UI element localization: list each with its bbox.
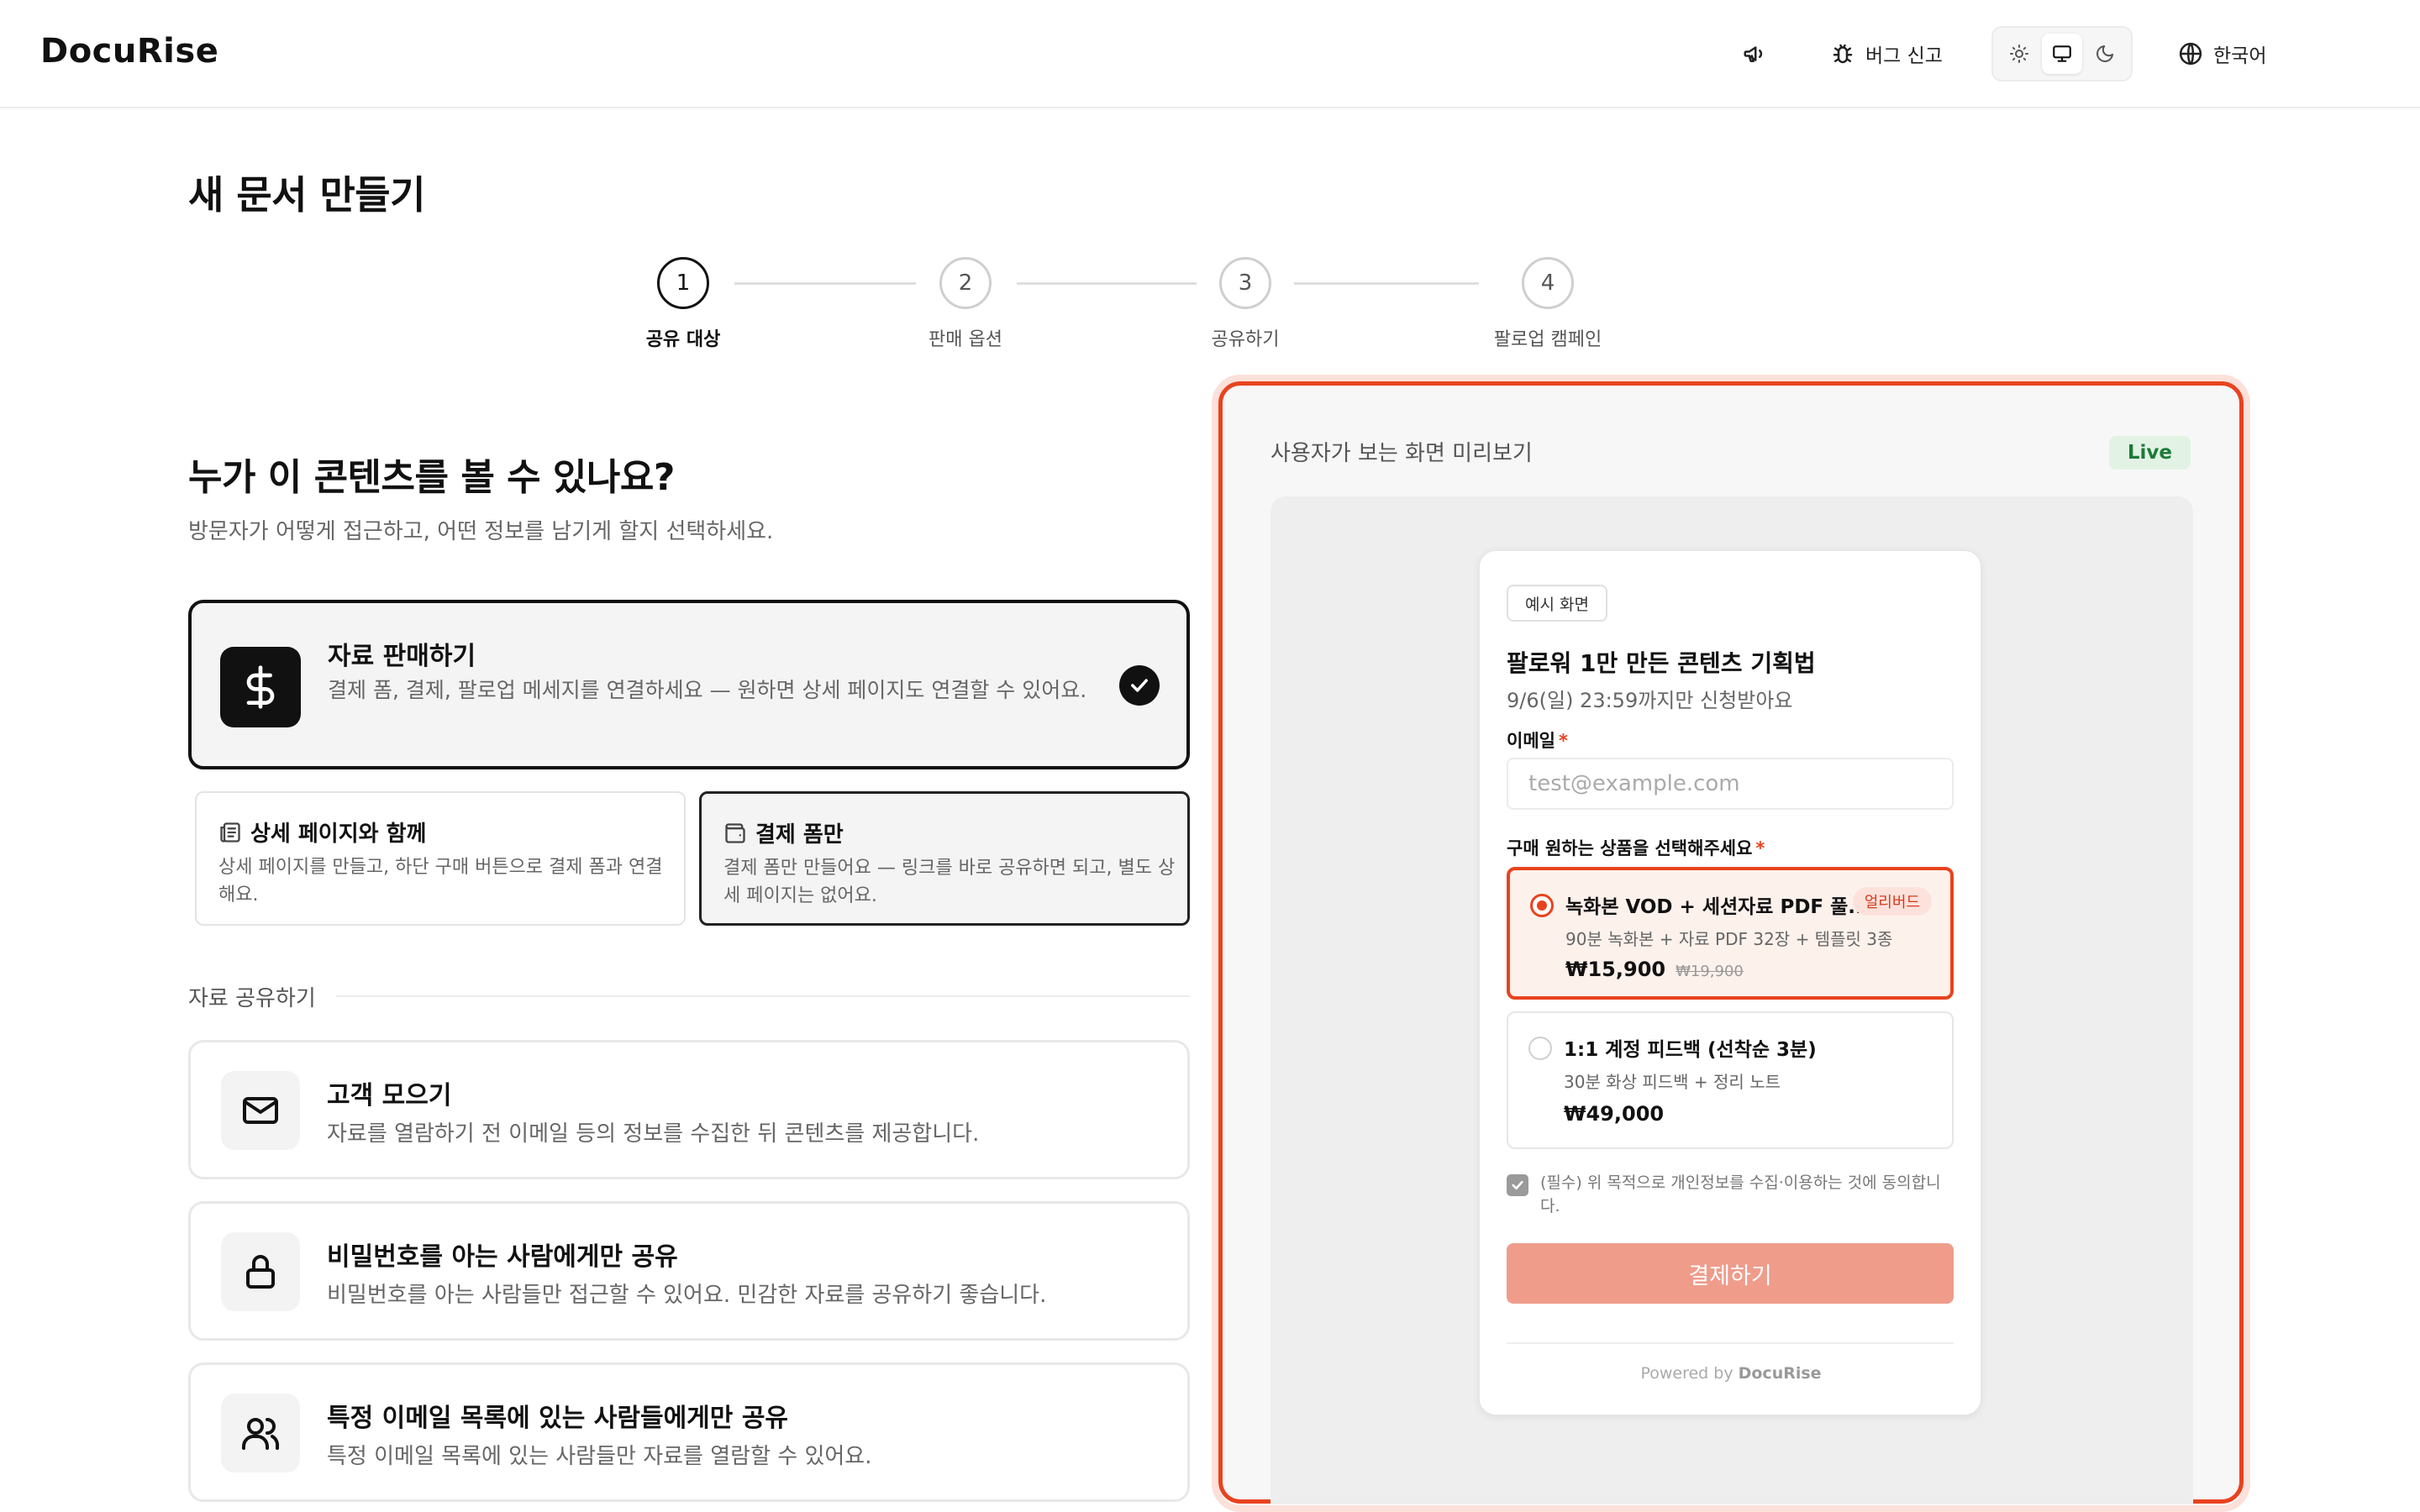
share-option-collect-leads[interactable]: 고객 모으기 자료를 열람하기 전 이메일 등의 정보를 수집한 뒤 콘텐츠를 … [188,1040,1190,1179]
card-divider [1507,1342,1954,1344]
product-label: 구매 원하는 상품을 선택해주세요 * [1507,838,1765,858]
step-4-circle[interactable]: 4 [1522,257,1574,309]
preview-stage: 예시 화면 팔로워 1만 만든 콘텐츠 기획법 9/6(일) 23:59까지만 … [1270,496,2193,1504]
sell-mode-description: 결제 폼만 만들어요 — 링크를 바로 공유하면 되고, 별도 상세 페이지는 … [723,858,1176,906]
product-name: 1:1 계정 피드백 (선착순 3분) [1564,1039,1817,1061]
step-2-label: 판매 옵션 [929,329,1002,350]
mail-icon [221,1071,300,1150]
preview-title: 사용자가 보는 화면 미리보기 [1270,441,1533,466]
step-4-label: 팔로업 캠페인 [1493,329,1602,350]
product-name: 녹화본 VOD + 세션자료 PDF 풀... [1565,896,1870,918]
sell-mode-title: 상세 페이지와 함께 [250,822,427,847]
product-description: 90분 녹화본 + 자료 PDF 32장 + 템플릿 3종 [1565,929,1893,949]
wallet-icon [725,822,745,843]
radio-selected-icon [1530,894,1554,917]
original-price: ₩19,900 [1676,963,1744,980]
step-connector [734,282,916,285]
sell-option-title: 자료 판매하기 [328,642,476,671]
lock-icon [221,1232,300,1311]
step-1-circle[interactable]: 1 [657,257,709,309]
moon-icon [2096,45,2113,62]
product-price: ₩15,900 ₩19,900 [1565,958,1744,981]
announcement-button[interactable] [1738,37,1771,71]
newspaper-icon [220,822,240,843]
product-option[interactable]: 1:1 계정 피드백 (선착순 3분) 30분 화상 피드백 + 정리 노트 ₩… [1507,1011,1954,1149]
selected-check-icon [1119,665,1160,706]
share-option-email-list[interactable]: 특정 이메일 목록에 있는 사람들에게만 공유 특정 이메일 목록에 있는 사람… [188,1362,1190,1502]
theme-system-button[interactable] [2041,34,2082,74]
share-option-title: 비밀번호를 아는 사람에게만 공유 [327,1242,678,1272]
step-3-label: 공유하기 [1211,329,1280,350]
share-option-description: 자료를 열람하기 전 이메일 등의 정보를 수집한 뒤 콘텐츠를 제공합니다. [327,1121,980,1147]
bug-icon [1833,44,1853,64]
language-label: 한국어 [2213,45,2267,67]
audience-subtitle: 방문자가 어떻게 접근하고, 어떤 정보를 남기게 할지 선택하세요. [188,519,774,544]
logo[interactable]: DocuRise [40,32,218,71]
share-option-description: 비밀번호를 아는 사람들만 접근할 수 있어요. 민감한 자료를 공유하기 좋습… [327,1283,1047,1308]
sell-mode-description: 상세 페이지를 만들고, 하단 구매 버튼으로 결제 폼과 연결해요. [218,857,663,906]
live-badge: Live [2108,436,2191,470]
sun-icon [2010,45,2029,63]
sell-mode-detail-page[interactable]: 상세 페이지와 함께 상세 페이지를 만들고, 하단 구매 버튼으로 결제 폼과… [195,791,686,926]
dollar-icon [220,647,301,727]
sell-option-card[interactable]: 자료 판매하기 결제 폼, 결제, 팔로업 메세지를 연결하세요 — 원하면 상… [188,600,1190,769]
users-icon [221,1394,300,1473]
email-field[interactable]: test@example.com [1507,758,1954,810]
share-option-title: 고객 모으기 [327,1081,452,1110]
sell-mode-payment-form-only[interactable]: 결제 폼만 결제 폼만 만들어요 — 링크를 바로 공유하면 되고, 별도 상세… [699,791,1190,926]
consent-checkbox[interactable] [1507,1174,1528,1196]
bug-report-button[interactable]: 버그 신고 [1830,37,1943,71]
preview-form-card: 예시 화면 팔로워 1만 만든 콘텐츠 기획법 9/6(일) 23:59까지만 … [1479,550,1981,1415]
step-1-label: 공유 대상 [645,329,721,350]
step-3-circle[interactable]: 3 [1219,257,1271,309]
share-section-label: 자료 공유하기 [188,986,316,1011]
section-divider [336,995,1190,997]
early-bird-badge: 얼리버드 [1852,887,1932,916]
email-label: 이메일 * [1507,731,1568,751]
megaphone-icon [1744,46,1763,62]
share-option-password[interactable]: 비밀번호를 아는 사람에게만 공유 비밀번호를 아는 사람들만 접근할 수 있어… [188,1201,1190,1341]
step-connector [1294,282,1479,285]
step-2-circle[interactable]: 2 [939,257,992,309]
example-badge: 예시 화면 [1507,585,1607,622]
audience-question: 누가 이 콘텐츠를 볼 수 있나요? [188,456,675,499]
theme-light-button[interactable] [1999,34,2039,74]
product-option[interactable]: 녹화본 VOD + 세션자료 PDF 풀... 얼리버드 90분 녹화본 + 자… [1507,867,1954,1000]
theme-dark-button[interactable] [2085,34,2125,74]
sell-option-description: 결제 폼, 결제, 팔로업 메세지를 연결하세요 — 원하면 상세 페이지도 연… [328,678,1087,702]
powered-by: Powered by DocuRise [1640,1364,1822,1383]
theme-switcher [1991,26,2133,81]
page-title: 새 문서 만들기 [188,172,425,218]
preview-panel: 사용자가 보는 화면 미리보기 Live 예시 화면 팔로워 1만 만든 콘텐츠… [1218,381,2244,1504]
product-description: 30분 화상 피드백 + 정리 노트 [1564,1072,1781,1092]
language-selector[interactable]: 한국어 [2178,37,2266,71]
powered-by-brand: DocuRise [1738,1364,1822,1383]
preview-deadline: 9/6(일) 23:59까지만 신청받아요 [1507,689,1793,712]
monitor-icon [2053,45,2071,62]
bug-report-label: 버그 신고 [1865,45,1943,67]
preview-heading: 팔로워 1만 만든 콘텐츠 기획법 [1507,649,1816,677]
product-price: ₩49,000 [1564,1102,1665,1126]
radio-icon [1528,1037,1552,1060]
top-bar: DocuRise 버그 신고 한국어 [0,0,2420,108]
pay-button[interactable]: 결제하기 [1507,1243,1954,1304]
step-connector [1017,282,1197,285]
share-option-description: 특정 이메일 목록에 있는 사람들만 자료를 열람할 수 있어요. [327,1444,872,1469]
check-icon [1512,1180,1523,1190]
globe-icon [2179,42,2202,66]
share-option-title: 특정 이메일 목록에 있는 사람들에게만 공유 [327,1404,789,1433]
sell-mode-title: 결제 폼만 [755,822,844,848]
consent-text: (필수) 위 목적으로 개인정보를 수집·이용하는 것에 동의합니다. [1540,1173,1941,1215]
